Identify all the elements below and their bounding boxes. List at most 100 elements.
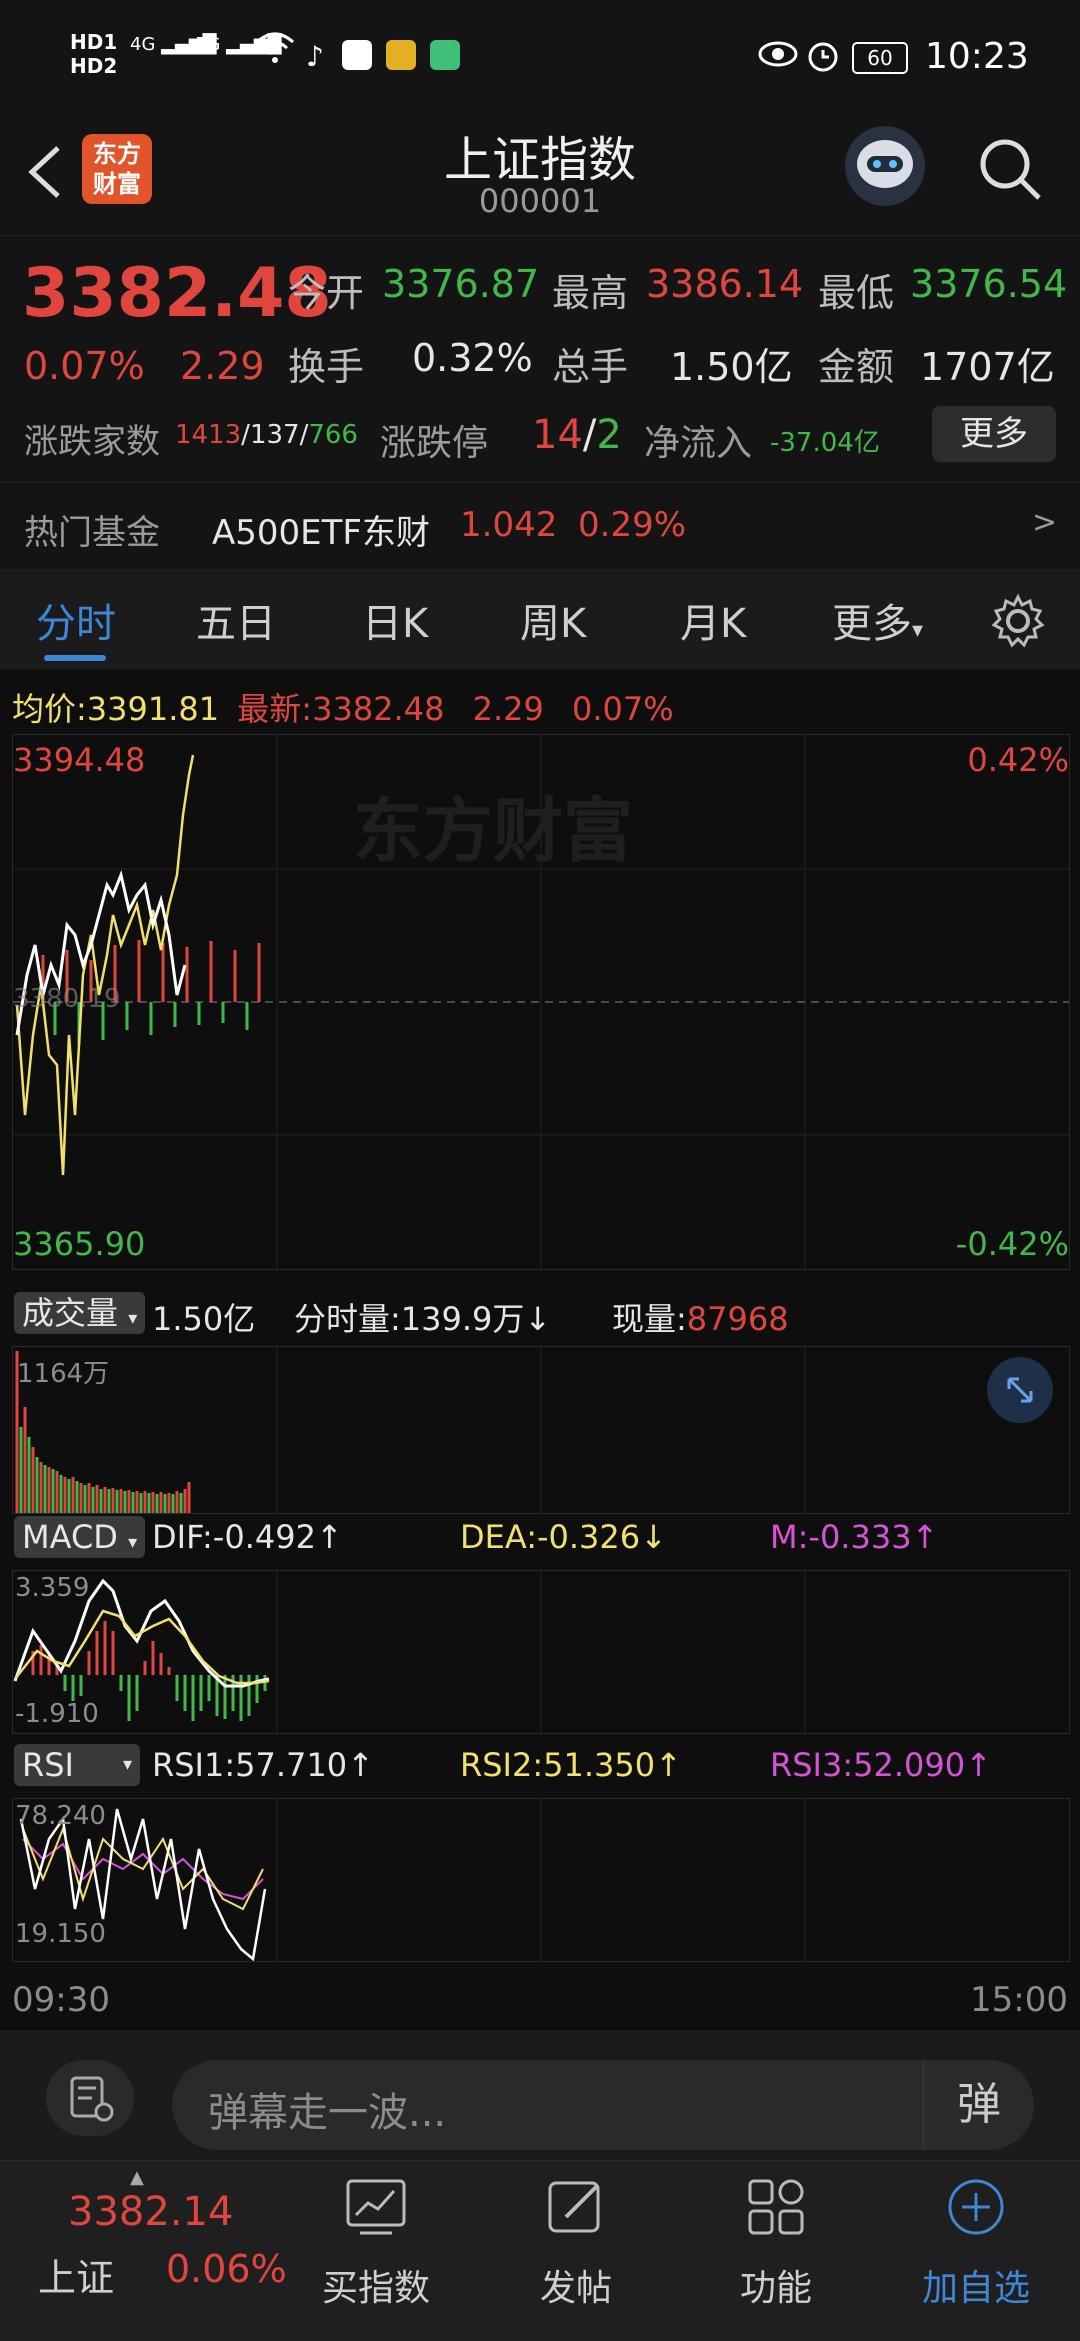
tab-intraday[interactable]: 分时 (36, 591, 116, 649)
open-label: 今开 (288, 271, 365, 315)
change-percent: 0.07% (24, 344, 145, 388)
back-icon[interactable] (20, 142, 70, 202)
bottom-nav: ▲ 3382.14 上证 0.06% 买指数 发帖 功能 加自选 (0, 2160, 1080, 2341)
nav-add-watchlist[interactable]: 加自选 (876, 2161, 1076, 2341)
pct-axis-bottom: -0.42% (955, 1225, 1069, 1263)
rsi-bottom: 19.150 (15, 1919, 106, 1949)
nav-functions[interactable]: 功能 (676, 2161, 876, 2341)
tab-more[interactable]: 更多▾ (832, 591, 923, 649)
index-mini-quote[interactable]: ▲ 3382.14 上证 0.06% (0, 2161, 300, 2341)
chevron-right-icon[interactable]: > (1032, 505, 1057, 540)
tab-month-k[interactable]: 月K (680, 591, 746, 649)
macd-dif: DIF:-0.492↑ (152, 1518, 343, 1556)
more-button[interactable]: 更多 (932, 406, 1056, 462)
fund-price: 1.042 (460, 505, 558, 545)
breadth-label: 涨跌家数 (24, 422, 160, 462)
nav-add-watchlist-label: 加自选 (921, 2268, 1030, 2309)
alarm-icon (806, 38, 840, 76)
danmu-placeholder: 弹幕走一波... (208, 2090, 447, 2136)
index-price: 3382.14 (68, 2189, 234, 2235)
page-title: 上证指数 (443, 132, 636, 188)
index-name: 上证 (38, 2256, 115, 2300)
price-info-line: 均价:3391.81 最新:3382.48 2.29 0.07% (12, 690, 674, 728)
y-axis-bottom: 3365.90 (13, 1225, 146, 1263)
settings-gear-icon[interactable] (990, 593, 1046, 653)
header: 东方 财富 上证指数 000001 (0, 120, 1080, 236)
volume-indicator-select[interactable]: 成交量 ▾ (14, 1292, 146, 1334)
grid-icon (748, 2179, 804, 2235)
robot-assistant-icon[interactable] (845, 126, 925, 206)
rsi-chart[interactable]: 78.240 19.150 (12, 1798, 1070, 1962)
volume-value: 1.50亿 (670, 345, 793, 389)
rsi-top: 78.240 (15, 1801, 106, 1831)
breadth-values: 1413/137/766 (175, 420, 358, 450)
netflow-value: -37.04亿 (770, 428, 880, 458)
battery-icon: 60 (852, 42, 908, 74)
tiktok-icon: ♪ (302, 40, 332, 73)
current-volume: 现量:87968 (612, 1300, 789, 1338)
nav-buy-index[interactable]: 买指数 (276, 2161, 476, 2341)
fund-name[interactable]: A500ETF东财 (212, 505, 430, 554)
status-time: 10:23 (925, 36, 1029, 77)
chart-area: 均价:3391.81 最新:3382.48 2.29 0.07% 东方财富 33… (0, 670, 1080, 2030)
low-value: 3376.54 (910, 262, 1068, 306)
eye-icon (758, 40, 798, 72)
netflow-label: 净流入 (644, 423, 753, 464)
fund-pct: 0.29% (578, 505, 687, 545)
macd-bottom: -1.910 (15, 1699, 99, 1729)
macd-dea: DEA:-0.326↓ (460, 1518, 667, 1556)
current-price: 3382.48 (22, 254, 332, 333)
macd-m: M:-0.333↑ (770, 1518, 939, 1556)
turnover-value: 0.32% (412, 336, 533, 380)
rsi-indicator-select[interactable]: RSI ▾ (14, 1744, 140, 1786)
turnover-label: 换手 (288, 345, 365, 389)
caret-up-icon: ▲ (130, 2167, 144, 2188)
open-value: 3376.87 (382, 262, 540, 306)
index-pct: 0.06% (166, 2247, 287, 2291)
tab-five-day[interactable]: 五日 (196, 591, 276, 649)
danmu-button[interactable]: 弹 (923, 2060, 1034, 2150)
amount-value: 1707亿 (920, 345, 1055, 389)
time-axis-start: 09:30 (12, 1980, 110, 2020)
nav-buy-index-label: 买指数 (321, 2268, 430, 2309)
volume-max: 1164万 (17, 1359, 110, 1389)
tab-week-k[interactable]: 周K (520, 591, 586, 649)
nav-post[interactable]: 发帖 (476, 2161, 676, 2341)
volume-chart[interactable]: 1164万 (12, 1346, 1070, 1514)
macd-chart[interactable]: 3.359 -1.910 (12, 1570, 1070, 1734)
high-value: 3386.14 (646, 262, 804, 306)
tab-day-k[interactable]: 日K (362, 591, 428, 649)
rsi2: RSI2:51.350↑ (460, 1746, 682, 1784)
quote-panel: 3382.48 0.07% 2.29 今开 3376.87 最高 3386.14… (0, 236, 1080, 481)
volume-total: 1.50亿 (152, 1300, 256, 1338)
macd-indicator-select[interactable]: MACD ▾ (14, 1516, 146, 1558)
chart-tabs: 分时 五日 日K 周K 月K 更多▾ (0, 569, 1080, 669)
y-axis-mid: 3380.19 (13, 984, 121, 1014)
hd-indicator: HD1 HD2 (70, 30, 118, 78)
green-app-icon (430, 40, 460, 70)
note-settings-icon[interactable] (46, 2060, 134, 2136)
volume-split: 分时量:139.9万↓ (294, 1300, 552, 1338)
hot-fund-row[interactable]: 热门基金 A500ETF东财 1.042 0.29% > (0, 482, 1080, 570)
eastmoney-logo[interactable]: 东方 财富 (82, 134, 152, 204)
pct-axis-top: 0.42% (967, 741, 1069, 779)
nav-functions-label: 功能 (739, 2268, 812, 2309)
danmu-input[interactable]: 弹幕走一波... 弹 (172, 2060, 1034, 2150)
wifi-icon (255, 30, 295, 72)
stock-code: 000001 (478, 182, 602, 220)
rsi1: RSI1:57.710↑ (152, 1746, 374, 1784)
volume-label: 总手 (552, 345, 629, 389)
nav-post-label: 发帖 (539, 2268, 612, 2309)
high-label: 最高 (552, 271, 629, 315)
macd-top: 3.359 (15, 1573, 90, 1603)
fund-label: 热门基金 (24, 513, 160, 553)
tab-underline (44, 655, 106, 661)
amount-label: 金额 (818, 345, 895, 389)
search-icon[interactable] (975, 134, 1045, 208)
rsi3: RSI3:52.090↑ (770, 1746, 992, 1784)
expand-icon[interactable] (987, 1357, 1053, 1423)
svg-text:♪: ♪ (306, 40, 324, 70)
app-icon (386, 40, 416, 70)
price-chart[interactable]: 东方财富 3394.48 0.42% 3380.19 3365.90 -0.42… (12, 734, 1070, 1270)
limit-values: 14/2 (532, 412, 622, 458)
